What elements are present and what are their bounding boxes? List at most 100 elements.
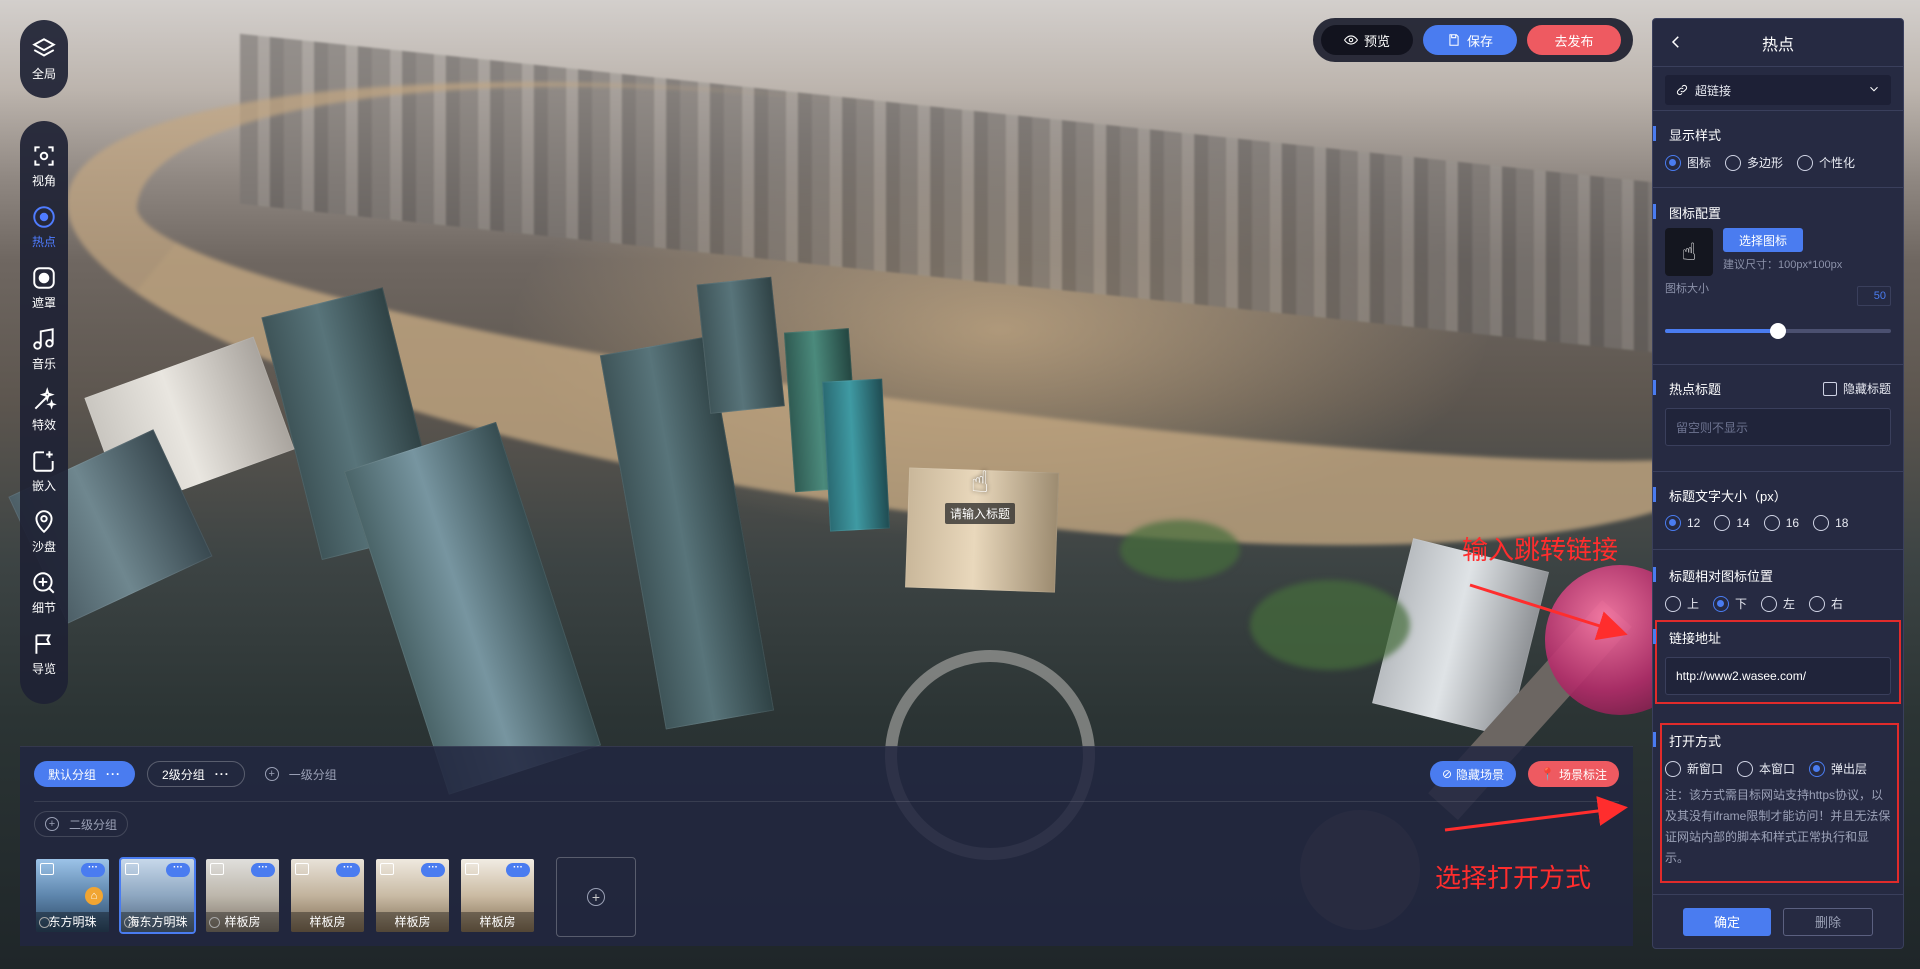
publish-button[interactable]: 去发布 — [1527, 25, 1621, 55]
add-level2-group-button[interactable]: + 二级分组 — [34, 811, 129, 837]
global-tool[interactable]: 全局 — [20, 36, 68, 82]
tool-effects[interactable]: 特效 — [20, 387, 68, 448]
add-scene-button[interactable]: + — [556, 857, 636, 937]
radio-font-14[interactable]: 14 — [1714, 515, 1750, 531]
tool-detail[interactable]: 细节 — [20, 570, 68, 631]
hotspot-type-value: 超链接 — [1695, 83, 1732, 98]
title-position-title: 标题相对图标位置 — [1653, 566, 1891, 585]
radio-pos-bottom[interactable]: 下 — [1713, 595, 1747, 612]
hand-pointer-icon: ☝ — [1681, 238, 1697, 266]
icon-size-slider[interactable] — [1665, 323, 1891, 339]
radio-label: 本窗口 — [1759, 762, 1796, 776]
left-toolbar: 视角 热点 遮罩 音乐 特效 嵌入 沙盘 细节 导览 — [20, 121, 68, 704]
tool-mask[interactable]: 遮罩 — [20, 265, 68, 326]
hide-scene-button[interactable]: ⊘ 隐藏场景 — [1429, 761, 1517, 787]
plus-icon: + — [587, 888, 605, 906]
more-icon[interactable]: ··· — [251, 863, 275, 877]
radio-style-custom[interactable]: 个性化 — [1797, 154, 1855, 171]
tool-hotspot[interactable]: 热点 — [20, 204, 68, 265]
icon-config-title: 图标配置 — [1653, 203, 1891, 222]
tool-view[interactable]: 视角 — [20, 143, 68, 204]
scene-mark-label: 场景标注 — [1558, 767, 1607, 782]
radio-open-new-window[interactable]: 新窗口 — [1665, 760, 1723, 777]
delete-button[interactable]: 删除 — [1783, 907, 1873, 936]
save-button[interactable]: 保存 — [1423, 25, 1517, 55]
choose-icon-button[interactable]: 选择图标 — [1723, 228, 1804, 252]
title-position-section: 标题相对图标位置 上 下 左 右 — [1653, 566, 1903, 612]
radio-style-icon[interactable]: 图标 — [1665, 154, 1711, 171]
slider-handle[interactable] — [1770, 323, 1786, 339]
tool-embed[interactable]: 嵌入 — [20, 448, 68, 509]
link-url-input[interactable]: http://www2.wasee.com/ — [1665, 657, 1891, 695]
panel-title: 热点 — [1761, 36, 1794, 54]
scene-thumb[interactable]: ··· ⌂ 东方明珠 — [34, 857, 111, 934]
panorama-icon — [295, 863, 309, 875]
hide-scene-label: 隐藏场景 — [1456, 767, 1505, 782]
group-level2[interactable]: 2级分组 ··· — [147, 761, 245, 787]
building — [343, 421, 602, 795]
radio-label: 下 — [1735, 597, 1748, 611]
location-pin-icon: 📍 — [1540, 767, 1555, 781]
more-icon[interactable]: ··· — [506, 863, 530, 877]
tool-sandtable[interactable]: 沙盘 — [20, 509, 68, 570]
radio-pos-right[interactable]: 右 — [1809, 595, 1843, 612]
hotspot-type-select[interactable]: 超链接 — [1665, 75, 1891, 105]
link-title: 链接地址 — [1653, 628, 1891, 647]
more-icon[interactable]: ··· — [81, 863, 105, 877]
font-size-title: 标题文字大小（px） — [1653, 486, 1891, 505]
preview-button[interactable]: 预览 — [1321, 25, 1413, 55]
radio-font-12[interactable]: 12 — [1665, 515, 1700, 531]
scene-thumb[interactable]: ··· 样板房 — [459, 857, 536, 934]
more-icon[interactable]: ··· — [421, 863, 445, 877]
thumb-name: 样板房 — [461, 912, 534, 932]
scene-mark-button[interactable]: 📍 场景标注 — [1528, 761, 1619, 787]
radio-font-18[interactable]: 18 — [1813, 515, 1848, 531]
tool-view-label: 视角 — [31, 174, 56, 188]
icon-preview[interactable]: ☝ — [1665, 228, 1713, 276]
global-settings-button[interactable]: 全局 — [20, 20, 68, 98]
hotspot-marker[interactable]: ☝ 请输入标题 — [925, 465, 1035, 524]
back-button[interactable] — [1667, 33, 1685, 51]
radio-pos-left[interactable]: 左 — [1761, 595, 1795, 612]
radio-open-popup[interactable]: 弹出层 — [1809, 760, 1867, 777]
scene-thumb[interactable]: ··· 样板房 — [204, 857, 281, 934]
radio-label: 新窗口 — [1687, 762, 1724, 776]
confirm-button[interactable]: 确定 — [1683, 907, 1771, 936]
group-default[interactable]: 默认分组 ··· — [34, 761, 136, 787]
save-icon — [1449, 34, 1459, 46]
more-icon[interactable]: ··· — [215, 767, 230, 781]
hide-title-checkbox[interactable]: 隐藏标题 — [1822, 380, 1891, 397]
chevron-down-icon — [1867, 82, 1881, 99]
park — [1250, 580, 1410, 670]
thumb-name: 样板房 — [206, 912, 279, 932]
tool-guide[interactable]: 导览 — [20, 631, 68, 692]
more-icon[interactable]: ··· — [166, 863, 190, 877]
radio-label: 弹出层 — [1831, 762, 1868, 776]
radio-pos-top[interactable]: 上 — [1665, 595, 1699, 612]
tool-music[interactable]: 音乐 — [20, 326, 68, 387]
link-section: 链接地址 http://www2.wasee.com/ — [1653, 628, 1903, 695]
panorama-icon — [465, 863, 479, 875]
scene-thumb[interactable]: ··· 样板房 — [374, 857, 451, 934]
add-level1-group-button[interactable]: + 一级分组 — [257, 761, 345, 787]
hotspot-title-input[interactable]: 留空则不显示 — [1665, 408, 1891, 446]
scene-thumb[interactable]: ··· 海东方明珠 — [119, 857, 196, 934]
annotation-open-hint: 选择打开方式 — [1435, 864, 1592, 894]
panorama-icon — [40, 863, 54, 875]
plus-icon: + — [264, 767, 279, 781]
radio-open-same-window[interactable]: 本窗口 — [1737, 760, 1795, 777]
map-pin-icon — [35, 510, 53, 534]
radio-label: 右 — [1831, 597, 1844, 611]
icon-size-input[interactable]: 50 — [1857, 286, 1891, 306]
radio-label: 图标 — [1687, 156, 1712, 170]
tool-music-label: 音乐 — [31, 357, 56, 371]
panorama-icon — [210, 863, 224, 875]
more-icon[interactable]: ··· — [106, 767, 121, 781]
open-mode-title: 打开方式 — [1653, 731, 1891, 750]
radio-font-16[interactable]: 16 — [1763, 515, 1799, 531]
scene-strip: 默认分组 ··· 2级分组 ··· + 一级分组 ⊘ 隐藏场景 📍 场景标注 +… — [20, 746, 1633, 946]
thumb-name: 样板房 — [376, 912, 449, 932]
more-icon[interactable]: ··· — [336, 863, 360, 877]
radio-style-polygon[interactable]: 多边形 — [1725, 154, 1783, 171]
scene-thumb[interactable]: ··· 样板房 — [289, 857, 366, 934]
